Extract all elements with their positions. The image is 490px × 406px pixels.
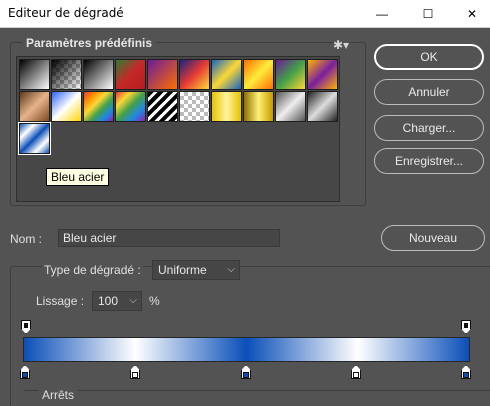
opacity-stop[interactable] <box>21 320 31 334</box>
window-title: Editeur de dégradé <box>8 6 124 20</box>
preset-swatch[interactable] <box>83 59 114 90</box>
presets-title: Paramètres prédéfinis <box>22 36 157 50</box>
preset-swatch[interactable] <box>115 59 146 90</box>
opacity-stop[interactable] <box>461 320 471 334</box>
preset-tooltip: Bleu acier <box>46 168 110 186</box>
preset-swatch[interactable] <box>51 91 82 122</box>
preset-swatch[interactable] <box>115 91 146 122</box>
maximize-icon: ☐ <box>422 7 434 21</box>
name-label: Nom : <box>10 232 43 246</box>
preset-swatch[interactable] <box>51 59 82 90</box>
gradient-type-label: Type de dégradé : <box>42 263 143 277</box>
color-stop[interactable] <box>351 365 361 379</box>
chevron-down-icon: ⌵ <box>227 264 235 275</box>
preset-swatch[interactable] <box>243 91 274 122</box>
save-button[interactable]: Enregistrer... <box>374 148 484 174</box>
preset-swatch[interactable] <box>179 59 210 90</box>
gear-icon[interactable]: ✱▾ <box>333 38 349 52</box>
preset-swatch[interactable] <box>19 91 50 122</box>
close-button[interactable]: ✕ <box>452 0 490 28</box>
chevron-down-icon: ⌵ <box>129 295 137 306</box>
ok-button[interactable]: OK <box>374 44 484 70</box>
preset-swatch[interactable] <box>307 91 338 122</box>
name-field[interactable]: Bleu acier <box>58 229 280 247</box>
gradient-settings-group <box>10 266 490 406</box>
preset-swatch[interactable] <box>83 91 114 122</box>
new-button[interactable]: Nouveau <box>381 225 485 251</box>
smoothness-value: 100 <box>98 294 119 308</box>
smoothness-input[interactable]: 100 ⌵ <box>92 291 142 311</box>
title-bar: Editeur de dégradé — ☐ ✕ <box>0 0 490 28</box>
preset-swatch[interactable] <box>211 59 242 90</box>
minimize-icon: — <box>376 7 388 21</box>
preset-swatch-bleu-acier[interactable] <box>18 122 51 155</box>
gradient-type-value: Uniforme <box>158 263 207 277</box>
preset-swatch[interactable] <box>179 91 210 122</box>
preset-swatch[interactable] <box>275 91 306 122</box>
color-stop[interactable] <box>461 365 471 379</box>
smoothness-unit: % <box>149 294 160 308</box>
maximize-button[interactable]: ☐ <box>408 0 448 28</box>
color-stop[interactable] <box>130 365 140 379</box>
gradient-preview-bar[interactable] <box>23 337 470 362</box>
preset-swatch[interactable] <box>307 59 338 90</box>
preset-swatch[interactable] <box>147 91 178 122</box>
stops-title: Arrêts <box>38 388 79 402</box>
gradient-type-select[interactable]: Uniforme ⌵ <box>152 260 240 280</box>
minimize-button[interactable]: — <box>362 0 402 28</box>
preset-swatch[interactable] <box>211 91 242 122</box>
preset-swatch[interactable] <box>275 59 306 90</box>
cancel-button[interactable]: Annuler <box>374 79 484 105</box>
close-icon: ✕ <box>466 7 478 21</box>
load-button[interactable]: Charger... <box>374 115 484 141</box>
preset-swatch[interactable] <box>19 59 50 90</box>
preset-swatch[interactable] <box>147 59 178 90</box>
smoothness-label: Lissage : <box>36 294 85 308</box>
stops-group <box>24 390 490 406</box>
color-stop[interactable] <box>241 365 251 379</box>
color-stop[interactable] <box>20 365 30 379</box>
preset-swatch[interactable] <box>243 59 274 90</box>
